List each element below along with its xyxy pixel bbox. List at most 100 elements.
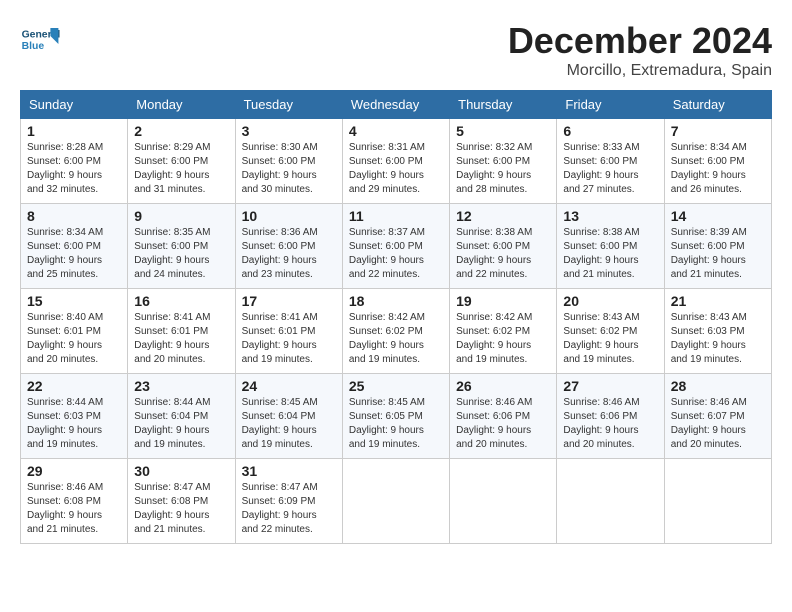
daylight-hours: Daylight: 9 hours and 25 minutes.: [27, 255, 102, 280]
sunset-time: Sunset: 6:05 PM: [349, 411, 423, 422]
day-number: 16: [134, 293, 228, 309]
sunset-time: Sunset: 6:00 PM: [671, 241, 745, 252]
sunset-time: Sunset: 6:00 PM: [134, 241, 208, 252]
day-info: Sunrise: 8:43 AM Sunset: 6:02 PM Dayligh…: [563, 311, 657, 367]
sunrise-time: Sunrise: 8:47 AM: [134, 482, 210, 493]
sunset-time: Sunset: 6:00 PM: [349, 156, 423, 167]
table-row: 22 Sunrise: 8:44 AM Sunset: 6:03 PM Dayl…: [21, 374, 128, 459]
sunset-time: Sunset: 6:00 PM: [456, 156, 530, 167]
day-number: 2: [134, 123, 228, 139]
day-info: Sunrise: 8:38 AM Sunset: 6:00 PM Dayligh…: [563, 226, 657, 282]
daylight-hours: Daylight: 9 hours and 19 minutes.: [563, 340, 638, 365]
calendar-week-row: 29 Sunrise: 8:46 AM Sunset: 6:08 PM Dayl…: [21, 459, 772, 544]
table-row: 16 Sunrise: 8:41 AM Sunset: 6:01 PM Dayl…: [128, 289, 235, 374]
col-sunday: Sunday: [21, 91, 128, 119]
daylight-hours: Daylight: 9 hours and 20 minutes.: [671, 425, 746, 450]
table-row: 25 Sunrise: 8:45 AM Sunset: 6:05 PM Dayl…: [342, 374, 449, 459]
daylight-hours: Daylight: 9 hours and 26 minutes.: [671, 170, 746, 195]
sunrise-time: Sunrise: 8:46 AM: [563, 397, 639, 408]
title-section: December 2024 Morcillo, Extremadura, Spa…: [508, 20, 772, 80]
day-info: Sunrise: 8:40 AM Sunset: 6:01 PM Dayligh…: [27, 311, 121, 367]
daylight-hours: Daylight: 9 hours and 22 minutes.: [242, 510, 317, 535]
table-row: 15 Sunrise: 8:40 AM Sunset: 6:01 PM Dayl…: [21, 289, 128, 374]
daylight-hours: Daylight: 9 hours and 20 minutes.: [456, 425, 531, 450]
page-header: General Blue December 2024 Morcillo, Ext…: [20, 20, 772, 80]
sunrise-time: Sunrise: 8:36 AM: [242, 227, 318, 238]
day-info: Sunrise: 8:31 AM Sunset: 6:00 PM Dayligh…: [349, 141, 443, 197]
calendar-week-row: 22 Sunrise: 8:44 AM Sunset: 6:03 PM Dayl…: [21, 374, 772, 459]
table-row: 11 Sunrise: 8:37 AM Sunset: 6:00 PM Dayl…: [342, 204, 449, 289]
day-number: 28: [671, 378, 765, 394]
table-row: 4 Sunrise: 8:31 AM Sunset: 6:00 PM Dayli…: [342, 119, 449, 204]
sunset-time: Sunset: 6:00 PM: [563, 241, 637, 252]
day-info: Sunrise: 8:42 AM Sunset: 6:02 PM Dayligh…: [349, 311, 443, 367]
day-info: Sunrise: 8:35 AM Sunset: 6:00 PM Dayligh…: [134, 226, 228, 282]
day-info: Sunrise: 8:33 AM Sunset: 6:00 PM Dayligh…: [563, 141, 657, 197]
day-number: 25: [349, 378, 443, 394]
logo-icon: General Blue: [20, 20, 60, 60]
calendar-week-row: 1 Sunrise: 8:28 AM Sunset: 6:00 PM Dayli…: [21, 119, 772, 204]
table-row: 21 Sunrise: 8:43 AM Sunset: 6:03 PM Dayl…: [664, 289, 771, 374]
table-row: 23 Sunrise: 8:44 AM Sunset: 6:04 PM Dayl…: [128, 374, 235, 459]
daylight-hours: Daylight: 9 hours and 27 minutes.: [563, 170, 638, 195]
sunset-time: Sunset: 6:00 PM: [456, 241, 530, 252]
svg-text:Blue: Blue: [22, 41, 45, 52]
day-number: 18: [349, 293, 443, 309]
month-title: December 2024: [508, 20, 772, 62]
daylight-hours: Daylight: 9 hours and 22 minutes.: [456, 255, 531, 280]
daylight-hours: Daylight: 9 hours and 20 minutes.: [134, 340, 209, 365]
day-info: Sunrise: 8:44 AM Sunset: 6:04 PM Dayligh…: [134, 396, 228, 452]
day-info: Sunrise: 8:34 AM Sunset: 6:00 PM Dayligh…: [27, 226, 121, 282]
daylight-hours: Daylight: 9 hours and 24 minutes.: [134, 255, 209, 280]
day-info: Sunrise: 8:34 AM Sunset: 6:00 PM Dayligh…: [671, 141, 765, 197]
sunrise-time: Sunrise: 8:34 AM: [27, 227, 103, 238]
day-number: 23: [134, 378, 228, 394]
sunset-time: Sunset: 6:00 PM: [563, 156, 637, 167]
daylight-hours: Daylight: 9 hours and 19 minutes.: [242, 340, 317, 365]
table-row: 29 Sunrise: 8:46 AM Sunset: 6:08 PM Dayl…: [21, 459, 128, 544]
table-row: 17 Sunrise: 8:41 AM Sunset: 6:01 PM Dayl…: [235, 289, 342, 374]
daylight-hours: Daylight: 9 hours and 20 minutes.: [563, 425, 638, 450]
sunset-time: Sunset: 6:06 PM: [563, 411, 637, 422]
day-number: 7: [671, 123, 765, 139]
day-info: Sunrise: 8:46 AM Sunset: 6:06 PM Dayligh…: [563, 396, 657, 452]
table-row: [450, 459, 557, 544]
day-number: 4: [349, 123, 443, 139]
sunset-time: Sunset: 6:03 PM: [671, 326, 745, 337]
table-row: 8 Sunrise: 8:34 AM Sunset: 6:00 PM Dayli…: [21, 204, 128, 289]
sunset-time: Sunset: 6:00 PM: [671, 156, 745, 167]
table-row: 27 Sunrise: 8:46 AM Sunset: 6:06 PM Dayl…: [557, 374, 664, 459]
sunrise-time: Sunrise: 8:41 AM: [242, 312, 318, 323]
sunset-time: Sunset: 6:07 PM: [671, 411, 745, 422]
day-number: 30: [134, 463, 228, 479]
day-number: 17: [242, 293, 336, 309]
sunrise-time: Sunrise: 8:47 AM: [242, 482, 318, 493]
day-info: Sunrise: 8:29 AM Sunset: 6:00 PM Dayligh…: [134, 141, 228, 197]
col-tuesday: Tuesday: [235, 91, 342, 119]
day-number: 22: [27, 378, 121, 394]
day-info: Sunrise: 8:39 AM Sunset: 6:00 PM Dayligh…: [671, 226, 765, 282]
location-subtitle: Morcillo, Extremadura, Spain: [508, 62, 772, 80]
sunset-time: Sunset: 6:04 PM: [242, 411, 316, 422]
sunrise-time: Sunrise: 8:38 AM: [563, 227, 639, 238]
day-number: 29: [27, 463, 121, 479]
day-info: Sunrise: 8:43 AM Sunset: 6:03 PM Dayligh…: [671, 311, 765, 367]
day-info: Sunrise: 8:32 AM Sunset: 6:00 PM Dayligh…: [456, 141, 550, 197]
day-info: Sunrise: 8:37 AM Sunset: 6:00 PM Dayligh…: [349, 226, 443, 282]
table-row: [342, 459, 449, 544]
daylight-hours: Daylight: 9 hours and 21 minutes.: [563, 255, 638, 280]
sunset-time: Sunset: 6:00 PM: [27, 241, 101, 252]
day-number: 5: [456, 123, 550, 139]
sunrise-time: Sunrise: 8:28 AM: [27, 142, 103, 153]
sunrise-time: Sunrise: 8:45 AM: [349, 397, 425, 408]
table-row: 24 Sunrise: 8:45 AM Sunset: 6:04 PM Dayl…: [235, 374, 342, 459]
table-row: 10 Sunrise: 8:36 AM Sunset: 6:00 PM Dayl…: [235, 204, 342, 289]
daylight-hours: Daylight: 9 hours and 23 minutes.: [242, 255, 317, 280]
table-row: 7 Sunrise: 8:34 AM Sunset: 6:00 PM Dayli…: [664, 119, 771, 204]
sunset-time: Sunset: 6:02 PM: [563, 326, 637, 337]
table-row: 31 Sunrise: 8:47 AM Sunset: 6:09 PM Dayl…: [235, 459, 342, 544]
daylight-hours: Daylight: 9 hours and 19 minutes.: [349, 425, 424, 450]
sunset-time: Sunset: 6:00 PM: [242, 156, 316, 167]
logo: General Blue: [20, 20, 64, 60]
table-row: 5 Sunrise: 8:32 AM Sunset: 6:00 PM Dayli…: [450, 119, 557, 204]
